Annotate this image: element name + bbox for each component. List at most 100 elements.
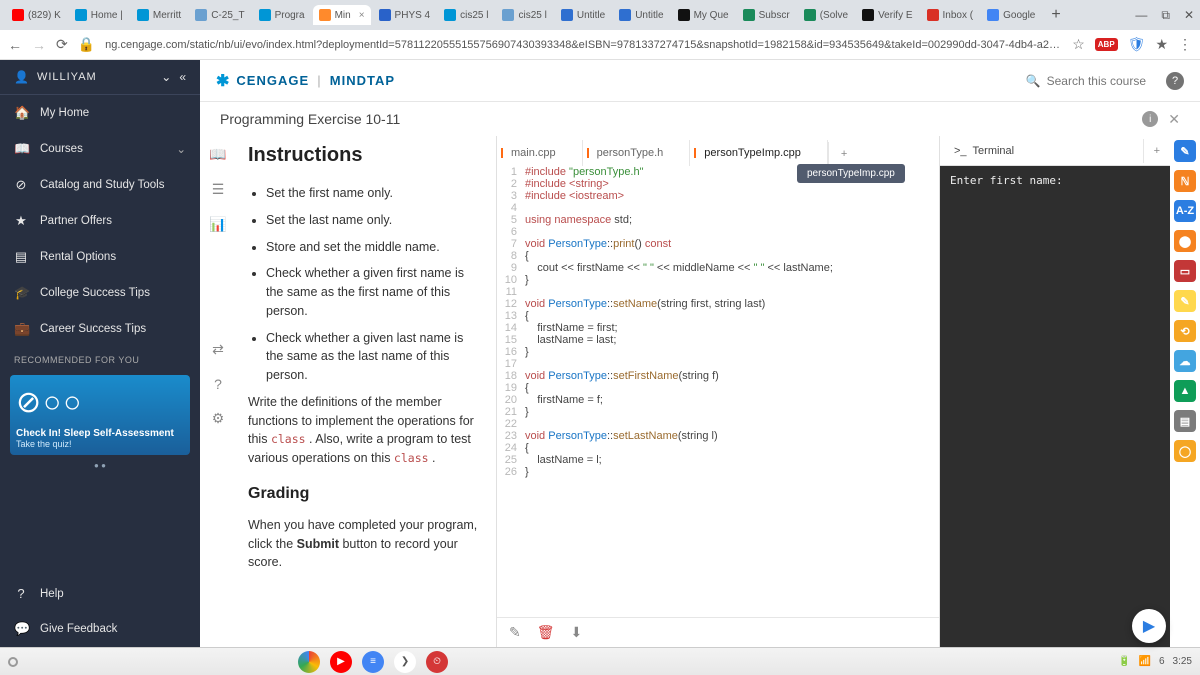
download-icon[interactable]: ⬇ (571, 624, 583, 641)
code-line[interactable]: 11 (497, 286, 939, 298)
add-terminal-button[interactable]: + (1143, 139, 1170, 163)
code-line[interactable]: 21} (497, 406, 939, 418)
browser-tab[interactable]: Untitle (613, 5, 669, 25)
sidebar-item[interactable]: 📖Courses⌄ (0, 131, 200, 167)
code-line[interactable]: 9 cout << firstName << " " << middleName… (497, 262, 939, 274)
back-icon[interactable]: ← (8, 37, 22, 53)
file-tab[interactable]: main.cpp (497, 140, 583, 166)
new-tab-button[interactable]: + (1043, 6, 1068, 24)
sidebar-item[interactable]: 🏠My Home (0, 95, 200, 131)
code-line[interactable]: 6 (497, 226, 939, 238)
browser-tab[interactable]: Verify E (856, 5, 918, 25)
clock-icon[interactable]: ⏲ (426, 651, 448, 673)
sidebar-item[interactable]: ⊘Catalog and Study Tools (0, 167, 200, 203)
code-line[interactable]: 4 (497, 202, 939, 214)
tool-icon[interactable]: ? (214, 376, 222, 392)
browser-tab[interactable]: Progra (253, 5, 311, 25)
right-tool-icon[interactable]: ◯ (1174, 440, 1196, 462)
code-line[interactable]: 14 firstName = first; (497, 322, 939, 334)
code-line[interactable]: 22 (497, 418, 939, 430)
browser-tab[interactable]: (Solve (798, 5, 854, 25)
right-tool-icon[interactable]: ▭ (1174, 260, 1196, 282)
chrome-icon[interactable] (298, 651, 320, 673)
menu-icon[interactable]: ⋮ (1178, 36, 1192, 53)
docs-icon[interactable]: ≡ (362, 651, 384, 673)
code-line[interactable]: 10} (497, 274, 939, 286)
sidebar-item[interactable]: 🎓College Success Tips (0, 275, 200, 311)
close-icon[interactable]: ✕ (1168, 111, 1180, 128)
trash-icon[interactable]: 🗑 (537, 624, 555, 641)
sidebar-item-help[interactable]: ? Help (0, 576, 200, 611)
sidebar-item[interactable]: ▤Rental Options (0, 239, 200, 275)
code-line[interactable]: 20 firstName = f; (497, 394, 939, 406)
browser-tab[interactable]: Inbox ( (921, 5, 980, 25)
user-menu[interactable]: 👤 WILLIYAM ⌄ « (0, 60, 200, 95)
right-tool-icon[interactable]: ▤ (1174, 410, 1196, 432)
right-tool-icon[interactable]: ☁ (1174, 350, 1196, 372)
code-line[interactable]: 17 (497, 358, 939, 370)
minimize-icon[interactable]: — (1135, 8, 1147, 23)
browser-tab[interactable]: My Que (672, 5, 735, 25)
tool-icon[interactable]: ⚙ (212, 410, 225, 427)
add-file-button[interactable]: + (828, 142, 859, 166)
file-tab[interactable]: personTypeImp.cpp (690, 140, 828, 166)
browser-tab[interactable]: cis25 l (438, 5, 494, 25)
browser-tab[interactable]: Min× (313, 5, 371, 25)
code-line[interactable]: 26} (497, 466, 939, 478)
file-tab[interactable]: personType.h (583, 140, 691, 166)
close-window-icon[interactable]: ✕ (1184, 8, 1194, 23)
code-line[interactable]: 13{ (497, 310, 939, 322)
launcher-icon[interactable] (8, 657, 18, 667)
right-tool-icon[interactable]: ▲ (1174, 380, 1196, 402)
reload-icon[interactable]: ⟳ (56, 36, 68, 53)
tool-icon[interactable]: 📊 (209, 216, 226, 233)
code-line[interactable]: 5using namespace std; (497, 214, 939, 226)
right-tool-icon[interactable]: ⬤ (1174, 230, 1196, 252)
app-icon[interactable]: ❯ (394, 651, 416, 673)
code-line[interactable]: 7void PersonType::print() const (497, 238, 939, 250)
browser-tab[interactable]: Subscr (737, 5, 796, 25)
sidebar-item[interactable]: ★Partner Offers (0, 203, 200, 239)
right-tool-icon[interactable]: A-Z (1174, 200, 1196, 222)
browser-tab[interactable]: PHYS 4 (373, 5, 437, 25)
tool-icon[interactable]: ⇄ (212, 341, 224, 358)
search-course[interactable]: 🔍 Search this course (1026, 74, 1146, 88)
code-line[interactable]: 25 lastName = l; (497, 454, 939, 466)
code-line[interactable]: 16} (497, 346, 939, 358)
code-line[interactable]: 15 lastName = last; (497, 334, 939, 346)
puzzle-icon[interactable]: ★ (1155, 36, 1168, 53)
play-button[interactable]: ▶ (1132, 609, 1166, 643)
code-line[interactable]: 12void PersonType::setName(string first,… (497, 298, 939, 310)
browser-tab[interactable]: (829) K (6, 5, 67, 25)
browser-tab[interactable]: cis25 l (496, 5, 552, 25)
code-line[interactable]: 19{ (497, 382, 939, 394)
code-editor[interactable]: 1#include "personType.h"2#include <strin… (497, 166, 939, 617)
tool-icon[interactable]: ☰ (212, 181, 225, 198)
right-tool-icon[interactable]: ℕ (1174, 170, 1196, 192)
promo-card[interactable]: ⊘○○ Check In! Sleep Self-Assessment Take… (10, 375, 190, 455)
youtube-icon[interactable]: ▶ (330, 651, 352, 673)
sidebar-item-feedback[interactable]: 💬 Give Feedback (0, 611, 200, 647)
right-tool-icon[interactable]: ⟲ (1174, 320, 1196, 342)
abp-icon[interactable]: ABP (1095, 38, 1118, 51)
terminal-tab[interactable]: >_ Terminal (940, 138, 1028, 164)
info-icon[interactable]: i (1142, 111, 1158, 127)
forward-icon[interactable]: → (32, 37, 46, 53)
code-line[interactable]: 8{ (497, 250, 939, 262)
browser-tab[interactable]: C-25_T (189, 5, 250, 25)
edit-icon[interactable]: ✎ (509, 624, 521, 641)
star-icon[interactable]: ☆ (1072, 36, 1085, 53)
url-text[interactable]: ng.cengage.com/static/nb/ui/evo/index.ht… (105, 39, 1062, 51)
browser-tab[interactable]: Google (981, 5, 1041, 25)
system-tray[interactable]: 🔋 📶 6 3:25 (1118, 656, 1192, 667)
browser-tab[interactable]: Untitle (555, 5, 611, 25)
right-tool-icon[interactable]: ✎ (1174, 140, 1196, 162)
right-tool-icon[interactable]: ✎ (1174, 290, 1196, 312)
tool-icon[interactable]: 📖 (209, 146, 226, 163)
sidebar-item[interactable]: 💼Career Success Tips (0, 311, 200, 347)
code-line[interactable]: 18void PersonType::setFirstName(string f… (497, 370, 939, 382)
collapse-icon[interactable]: « (179, 70, 186, 84)
browser-tab[interactable]: Merritt (131, 5, 187, 25)
maximize-icon[interactable]: ⧉ (1161, 8, 1170, 23)
browser-tab[interactable]: Home | (69, 5, 129, 25)
